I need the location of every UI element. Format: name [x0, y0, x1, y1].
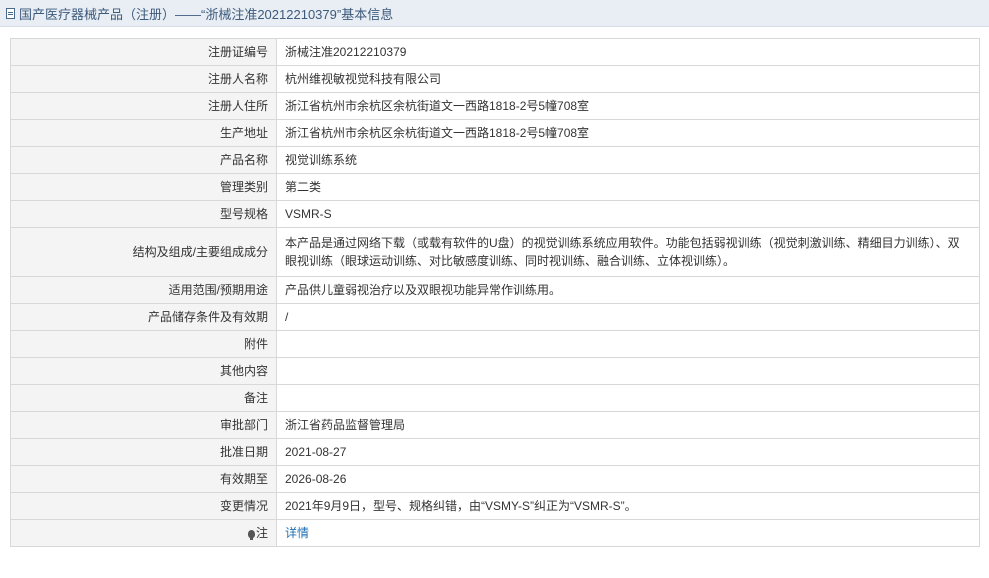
page-header: 国产医疗器械产品（注册）——“浙械注准20212210379”基本信息: [0, 0, 989, 27]
table-row: 注册人名称 杭州维视敏视觉科技有限公司: [10, 65, 980, 93]
table-row: 备注: [10, 384, 980, 412]
table-row: 注册人住所 浙江省杭州市余杭区余杭街道文一西路1818-2号5幢708室: [10, 92, 980, 120]
row-value: 杭州维视敏视觉科技有限公司: [276, 65, 980, 93]
table-row: 其他内容: [10, 357, 980, 385]
row-value: 第二类: [276, 173, 980, 201]
row-value: 视觉训练系统: [276, 146, 980, 174]
table-row: 审批部门 浙江省药品监督管理局: [10, 411, 980, 439]
row-value: 2026-08-26: [276, 465, 980, 493]
row-value: 产品供儿童弱视治疗以及双眼视功能异常作训练用。: [276, 276, 980, 304]
table-row: 产品储存条件及有效期 /: [10, 303, 980, 331]
table-row: 注册证编号 浙械注准20212210379: [10, 38, 980, 66]
row-value: 浙江省杭州市余杭区余杭街道文一西路1818-2号5幢708室: [276, 92, 980, 120]
row-label: 管理类别: [10, 173, 277, 201]
note-label-cell: 注: [10, 519, 277, 547]
row-value: VSMR-S: [276, 200, 980, 228]
row-value: [276, 330, 980, 358]
note-row: 注 详情: [10, 519, 980, 547]
row-label: 注册人住所: [10, 92, 277, 120]
row-label: 产品储存条件及有效期: [10, 303, 277, 331]
table-row: 生产地址 浙江省杭州市余杭区余杭街道文一西路1818-2号5幢708室: [10, 119, 980, 147]
info-table: 注册证编号 浙械注准20212210379 注册人名称 杭州维视敏视觉科技有限公…: [10, 38, 980, 547]
row-label: 审批部门: [10, 411, 277, 439]
row-label: 型号规格: [10, 200, 277, 228]
table-row: 管理类别 第二类: [10, 173, 980, 201]
table-row: 适用范围/预期用途 产品供儿童弱视治疗以及双眼视功能异常作训练用。: [10, 276, 980, 304]
table-row: 结构及组成/主要组成成分 本产品是通过网络下载（或载有软件的U盘）的视觉训练系统…: [10, 227, 980, 277]
row-value: 浙械注准20212210379: [276, 38, 980, 66]
note-label: 注: [255, 526, 268, 540]
row-label: 有效期至: [10, 465, 277, 493]
table-row: 批准日期 2021-08-27: [10, 438, 980, 466]
details-link[interactable]: 详情: [285, 526, 309, 540]
row-label: 生产地址: [10, 119, 277, 147]
lightbulb-icon: [247, 530, 255, 540]
table-row: 变更情况 2021年9月9日，型号、规格纠错，由“VSMY-S”纠正为“VSMR…: [10, 492, 980, 520]
row-label: 结构及组成/主要组成成分: [10, 227, 277, 277]
table-row: 有效期至 2026-08-26: [10, 465, 980, 493]
table-row: 附件: [10, 330, 980, 358]
row-label: 备注: [10, 384, 277, 412]
row-label: 注册人名称: [10, 65, 277, 93]
info-table-wrapper: 注册证编号 浙械注准20212210379 注册人名称 杭州维视敏视觉科技有限公…: [10, 38, 980, 547]
row-label: 变更情况: [10, 492, 277, 520]
page-title: 国产医疗器械产品（注册）——“浙械注准20212210379”基本信息: [19, 6, 394, 22]
table-row: 产品名称 视觉训练系统: [10, 146, 980, 174]
row-value: 2021年9月9日，型号、规格纠错，由“VSMY-S”纠正为“VSMR-S”。: [276, 492, 980, 520]
row-label: 附件: [10, 330, 277, 358]
row-label: 注册证编号: [10, 38, 277, 66]
table-row: 型号规格 VSMR-S: [10, 200, 980, 228]
row-value: [276, 384, 980, 412]
row-value: 2021-08-27: [276, 438, 980, 466]
row-label: 产品名称: [10, 146, 277, 174]
row-value: /: [276, 303, 980, 331]
document-icon: [6, 7, 15, 19]
row-value: 浙江省药品监督管理局: [276, 411, 980, 439]
note-value-cell: 详情: [276, 519, 980, 547]
row-label: 其他内容: [10, 357, 277, 385]
row-value: 本产品是通过网络下载（或载有软件的U盘）的视觉训练系统应用软件。功能包括弱视训练…: [276, 227, 980, 277]
row-label: 适用范围/预期用途: [10, 276, 277, 304]
row-value: [276, 357, 980, 385]
row-label: 批准日期: [10, 438, 277, 466]
row-value: 浙江省杭州市余杭区余杭街道文一西路1818-2号5幢708室: [276, 119, 980, 147]
